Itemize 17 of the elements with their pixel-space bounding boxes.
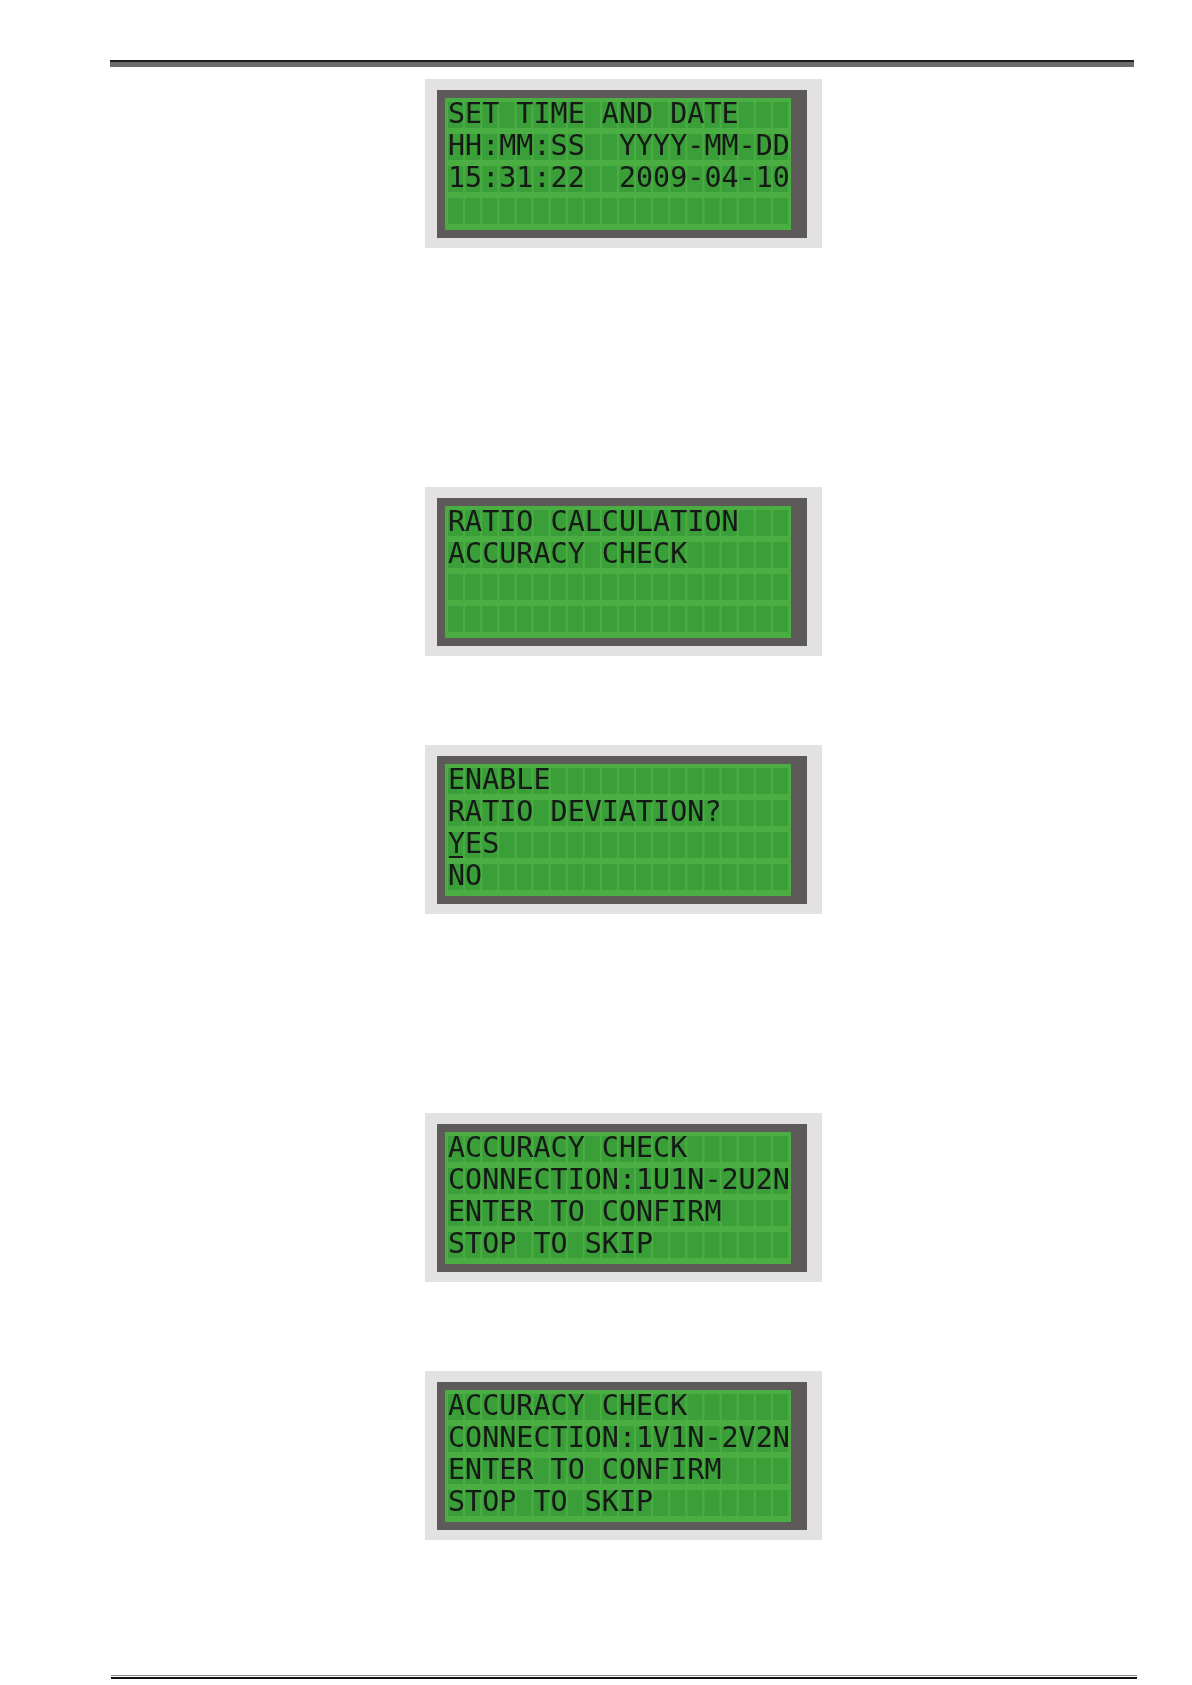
lcd-text: ACCURACY CHECK [448, 542, 688, 565]
menu-option: NO [448, 864, 483, 890]
lcd-text: SET TIME AND DATE [448, 102, 739, 125]
lcd-text: CONNECTION:1V1N-2V2N [448, 1426, 790, 1449]
lcd-text: STOP TO SKIP [448, 1490, 654, 1513]
lcd-text: ENABLE [448, 768, 551, 791]
lcd-text: 15:31:22 2009-04-10 [448, 166, 790, 189]
lcd-text: ACCURACY CHECK [448, 1394, 688, 1417]
lcd-text: ENTER TO CONFIRM [448, 1200, 722, 1223]
lcd-text: ACCURACY CHECK [448, 1136, 688, 1159]
lcd-text: ENTER TO CONFIRM [448, 1458, 722, 1481]
menu-option: YES [448, 832, 500, 858]
lcd-text: HH:MM:SS YYYY-MM-DD [448, 134, 790, 157]
lcd-text: RATIO CALCULATION [448, 510, 739, 533]
lcd-text: STOP TO SKIP [448, 1232, 654, 1255]
lcd-text: CONNECTION:1U1N-2U2N [448, 1168, 790, 1191]
lcd-text: RATIO DEVIATION? [448, 800, 722, 823]
